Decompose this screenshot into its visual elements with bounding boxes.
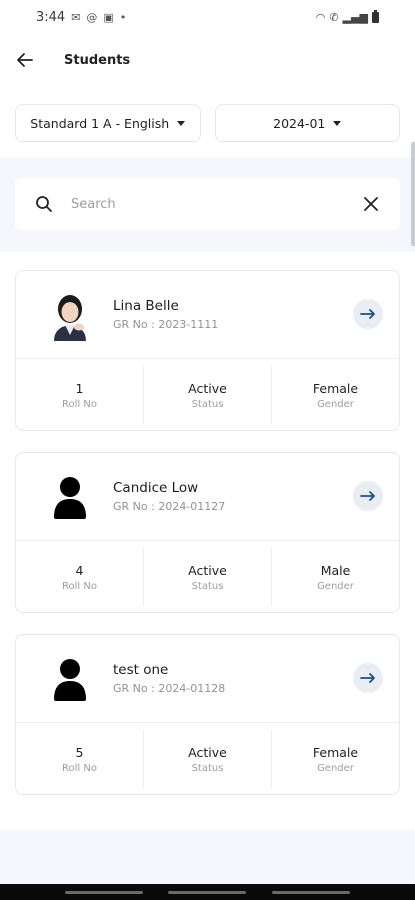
back-button[interactable] [14, 49, 36, 71]
class-dropdown[interactable]: Standard 1 A - English [15, 104, 201, 142]
mail-icon: ✉ [71, 10, 81, 24]
student-stats: 4 Roll No Active Status Male Gender [16, 541, 399, 613]
caret-down-icon [177, 120, 186, 126]
stat-roll: 4 Roll No [16, 548, 143, 606]
nav-home-indicator[interactable] [168, 890, 247, 894]
status-time: 3:44 [36, 9, 66, 25]
page-title: Students [64, 52, 131, 68]
stat-gender: Male Gender [271, 548, 399, 606]
arrow-right-icon [360, 673, 375, 683]
student-photo [46, 286, 94, 343]
arrow-left-icon [17, 53, 33, 67]
stat-roll: 5 Roll No [16, 730, 143, 788]
student-stats: 5 Roll No Active Status Female Gender [16, 723, 399, 795]
student-card-header: test one GR No : 2024-01128 [16, 635, 399, 723]
caret-down-icon [333, 120, 342, 126]
status-left: 3:44 ✉ @ ▣ • [36, 10, 126, 25]
gender-label: Gender [317, 398, 354, 410]
gender-label: Gender [317, 580, 354, 592]
student-gr-number: GR No : 2024-01127 [113, 500, 226, 513]
roll-label: Roll No [62, 762, 97, 774]
gender-value: Male [320, 562, 351, 578]
student-stats: 1 Roll No Active Status Female Gender [16, 359, 399, 431]
wifi-icon: ◠ [315, 10, 326, 24]
search-icon [33, 193, 55, 215]
student-info: test one GR No : 2024-01128 [113, 662, 225, 695]
student-card[interactable]: Lina Belle GR No : 2023-1111 1 Roll No A… [15, 270, 400, 431]
open-student-button[interactable] [353, 663, 383, 693]
gender-value: Female [312, 380, 359, 396]
period-dropdown-label: 2024-01 [273, 115, 326, 131]
status-right: ◠ ✆ ▂▄▆ [315, 9, 379, 24]
stat-gender: Female Gender [271, 730, 399, 788]
student-list: Lina Belle GR No : 2023-1111 1 Roll No A… [15, 270, 400, 816]
nav-back-indicator[interactable] [272, 890, 351, 894]
student-card-header: Candice Low GR No : 2024-01127 [16, 453, 399, 541]
person-icon [46, 651, 94, 707]
roll-value: 4 [75, 562, 84, 578]
status-value: Active [188, 562, 227, 578]
student-info: Candice Low GR No : 2024-01127 [113, 480, 225, 513]
student-info: Lina Belle GR No : 2023-1111 [113, 298, 218, 331]
student-card-header: Lina Belle GR No : 2023-1111 [16, 271, 399, 359]
class-dropdown-label: Standard 1 A - English [30, 115, 170, 131]
gender-label: Gender [317, 762, 354, 774]
dot-icon: • [119, 10, 127, 24]
status-bar: 3:44 ✉ @ ▣ • ◠ ✆ ▂▄▆ [0, 0, 415, 34]
stat-status: Active Status [143, 548, 271, 606]
stat-gender: Female Gender [271, 366, 399, 424]
person-icon [46, 469, 94, 525]
roll-label: Roll No [62, 580, 97, 592]
system-nav-bar [0, 884, 415, 900]
gender-value: Female [312, 744, 359, 760]
close-icon [364, 197, 378, 211]
open-student-button[interactable] [353, 299, 383, 329]
roll-label: Roll No [62, 398, 97, 410]
search-bar [15, 178, 400, 230]
list-footer [0, 830, 415, 884]
arrow-right-icon [360, 309, 375, 319]
stat-roll: 1 Roll No [16, 366, 143, 424]
call-icon: ✆ [329, 10, 339, 24]
student-gr-number: GR No : 2023-1111 [113, 318, 219, 331]
battery-icon [372, 9, 379, 23]
at-icon: @ [86, 10, 98, 24]
status-value: Active [188, 744, 227, 760]
scroll-indicator [411, 142, 415, 246]
status-label: Status [191, 580, 224, 592]
status-value: Active [188, 380, 227, 396]
period-dropdown[interactable]: 2024-01 [214, 104, 400, 142]
student-name: Candice Low [113, 480, 199, 496]
status-label: Status [191, 762, 224, 774]
student-name: Lina Belle [113, 298, 179, 314]
nav-recents-indicator[interactable] [64, 890, 143, 894]
student-gr-number: GR No : 2024-01128 [113, 682, 226, 695]
student-card[interactable]: test one GR No : 2024-01128 5 Roll No Ac… [15, 634, 400, 795]
signal-icon: ▂▄▆ [342, 10, 368, 24]
roll-value: 5 [75, 744, 84, 760]
open-student-button[interactable] [353, 481, 383, 511]
stat-status: Active Status [143, 730, 271, 788]
search-input[interactable] [71, 196, 360, 212]
student-name: test one [113, 662, 169, 678]
stat-status: Active Status [143, 366, 271, 424]
filters-row: Standard 1 A - English 2024-01 [0, 96, 415, 156]
clear-search-button[interactable] [360, 193, 382, 215]
arrow-right-icon [360, 491, 375, 501]
roll-value: 1 [75, 380, 84, 396]
image-icon: ▣ [103, 10, 114, 24]
app-bar: Students [0, 38, 415, 82]
student-card[interactable]: Candice Low GR No : 2024-01127 4 Roll No… [15, 452, 400, 613]
status-label: Status [191, 398, 224, 410]
